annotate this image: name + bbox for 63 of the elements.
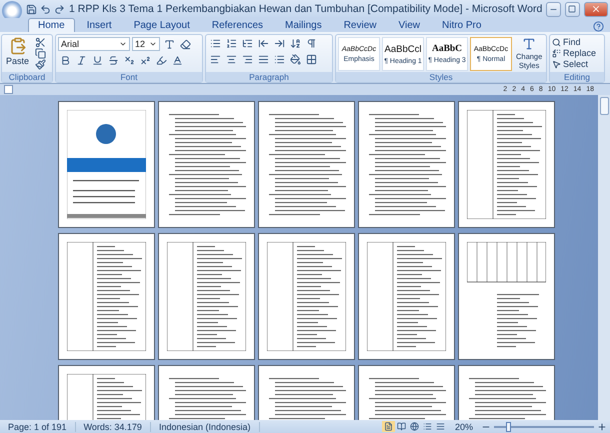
highlighter-icon[interactable] [154, 54, 168, 67]
close-icon [590, 4, 601, 14]
dropdown-icon [149, 40, 157, 48]
align-left-icon[interactable] [208, 53, 222, 66]
group-label: Paragraph [206, 72, 332, 82]
redo-icon[interactable] [54, 4, 65, 14]
ribbon-tab[interactable]: Insert [76, 18, 122, 32]
close-button[interactable] [584, 2, 608, 16]
borders-icon[interactable] [304, 53, 318, 66]
align-center-icon[interactable] [224, 53, 238, 66]
minimize-button[interactable] [546, 2, 561, 16]
ribbon-tab[interactable]: Page Layout [124, 18, 200, 32]
zoom-level: 20% [454, 422, 474, 432]
language-indicator: Indonesian (Indonesia) [150, 422, 260, 432]
sort-icon[interactable] [288, 37, 302, 50]
view-button[interactable] [408, 421, 421, 432]
numbering-icon[interactable] [224, 37, 238, 50]
vertical-scrollbar[interactable] [598, 95, 610, 420]
view-button[interactable] [394, 421, 408, 432]
window-title: 1 RPP Kls 3 Tema 1 Perkembangbiakan Hewan dan Tumbuhan [Compatibility Mode] - Microsoft Word [69, 3, 542, 15]
tab-selector[interactable] [4, 85, 13, 94]
cut-icon[interactable] [33, 37, 48, 48]
align-right-icon[interactable] [240, 53, 254, 66]
font-name-field[interactable]: Arial [58, 37, 130, 51]
justify-icon[interactable] [256, 53, 270, 66]
find-button[interactable]: Find [552, 37, 596, 47]
select-button[interactable]: Select [552, 59, 596, 69]
page-count: Page: 1 of 191 [0, 422, 76, 432]
shading-icon[interactable] [288, 53, 302, 66]
group-label: Styles [336, 72, 546, 82]
group-label: Font [56, 72, 202, 82]
undo-icon[interactable] [40, 4, 51, 14]
maximize-button[interactable] [564, 2, 580, 16]
help-icon[interactable] [593, 21, 604, 32]
ribbon-tab[interactable]: Home [28, 18, 75, 32]
maximize-icon [568, 5, 576, 13]
copy-icon[interactable] [33, 48, 48, 59]
multilevel-list-icon[interactable] [240, 37, 254, 50]
dropdown-icon [119, 40, 127, 48]
pointer-icon [552, 60, 561, 68]
ribbon-tab[interactable]: View [388, 18, 430, 32]
ribbon-tab[interactable]: Mailings [275, 18, 332, 32]
ribbon-tab[interactable]: Review [334, 18, 386, 32]
ribbon-tab[interactable]: References [202, 18, 274, 32]
search-icon [552, 38, 561, 46]
increase-indent-icon[interactable] [272, 37, 286, 50]
format-painter-icon[interactable] [33, 59, 48, 70]
save-icon[interactable] [26, 4, 37, 14]
zoom-in-icon[interactable] [597, 422, 607, 432]
replace-button[interactable]: Replace [552, 48, 596, 58]
group-label: Clipboard [2, 72, 52, 82]
letters-icon [522, 37, 536, 51]
zoom-thumb[interactable] [506, 422, 511, 432]
ribbon-tab[interactable]: Nitro Pro [432, 18, 492, 32]
replace-icon [552, 48, 561, 58]
clipboard-icon [8, 37, 26, 55]
group-label: Editing [550, 72, 604, 82]
paste-button[interactable]: Paste [4, 37, 32, 70]
decrease-indent-icon[interactable] [256, 37, 270, 50]
word-count: Words: 34.179 [76, 422, 151, 432]
clear-format-icon[interactable] [178, 38, 192, 50]
font-size-field[interactable]: 12 [132, 37, 160, 51]
view-button[interactable] [382, 421, 395, 432]
